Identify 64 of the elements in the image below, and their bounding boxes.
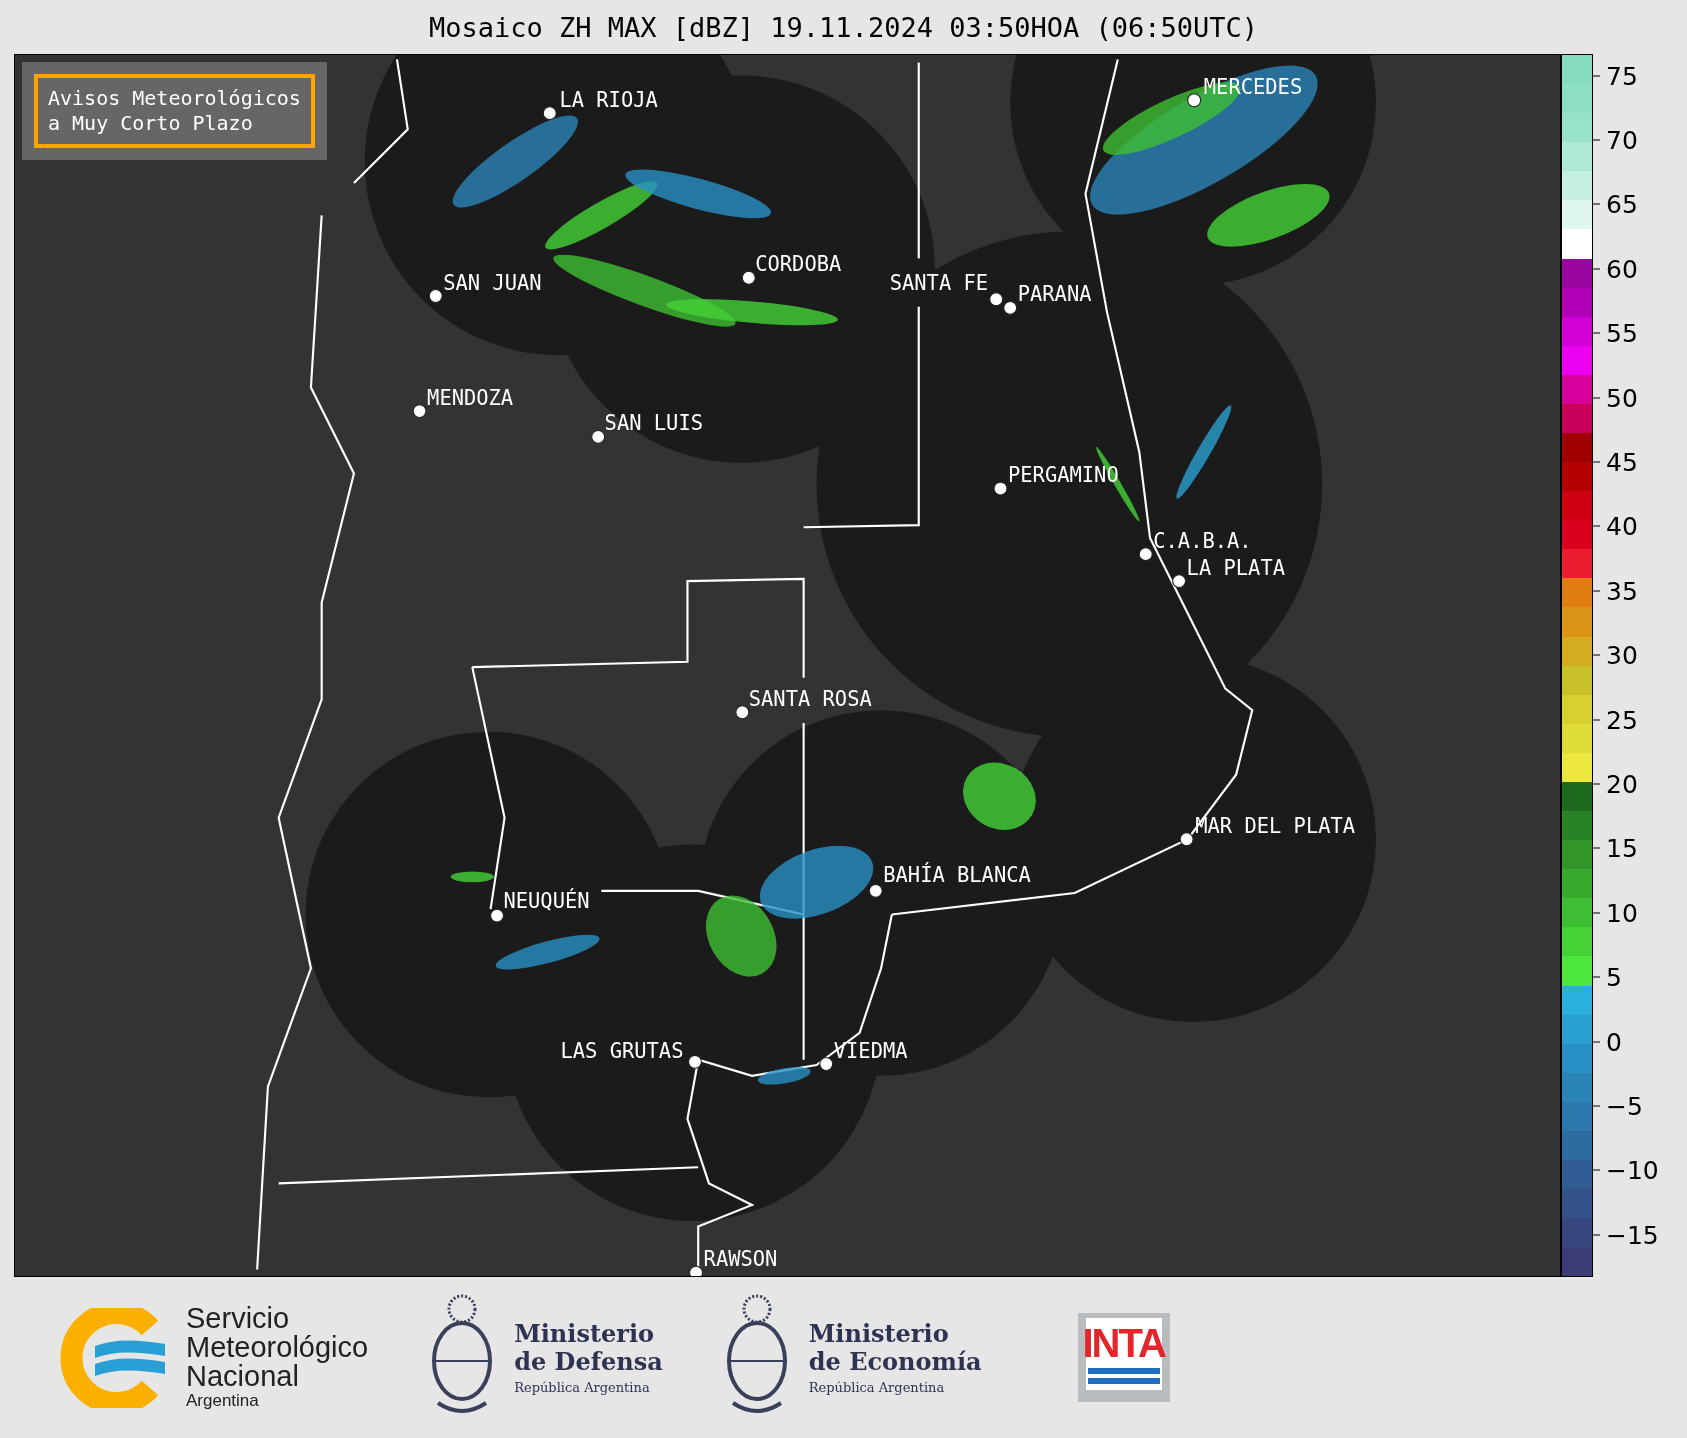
scale-tick-label: 25	[1606, 705, 1638, 734]
map-title: Mosaico ZH MAX [dBZ] 19.11.2024 03:50HOA (06:50UTC)	[428, 10, 1259, 45]
city-label: CORDOBA	[755, 252, 842, 277]
city-marker-icon	[819, 1057, 834, 1071]
city-label: RAWSON	[703, 1247, 778, 1272]
scale-tick-label: −10	[1606, 1155, 1659, 1185]
city-marker-icon	[542, 106, 557, 121]
city-label: SAN JUAN	[443, 270, 542, 295]
city-label: BAHÍA BLANCA	[883, 863, 1031, 888]
city-label: SAN LUIS	[604, 411, 703, 436]
city-marker-icon	[1179, 832, 1194, 847]
city-marker-icon	[1138, 547, 1153, 562]
scale-tick-label: 5	[1606, 962, 1622, 992]
scale-tick-label: 65	[1606, 189, 1638, 219]
city-marker-icon	[428, 289, 443, 303]
country-name: Argentina	[186, 1391, 260, 1411]
city-label: MERCEDES	[1203, 74, 1303, 99]
scale-tick-label: 50	[1606, 383, 1638, 412]
country-name: República Argentina	[808, 1380, 946, 1395]
city-marker-icon	[490, 908, 505, 923]
scale-tick-label: 60	[1606, 254, 1638, 284]
city-label: NEUQUÉN	[503, 889, 590, 914]
agency-name: Nacional	[186, 1362, 299, 1391]
scale-tick-label: 75	[1606, 61, 1638, 90]
scale-tick-label: 15	[1606, 833, 1638, 863]
country-name: República Argentina	[514, 1380, 651, 1395]
city-marker-icon	[1172, 574, 1187, 589]
scale-tick-label: 35	[1606, 576, 1638, 606]
scale-tick-label: 30	[1606, 640, 1638, 670]
city-label: PARANA	[1017, 282, 1092, 307]
agency-name: Servicio	[186, 1304, 291, 1333]
city-marker-icon	[741, 270, 756, 285]
city-marker-icon	[1003, 300, 1018, 315]
ministry-name: de Economía	[808, 1348, 982, 1376]
scale-tick-label: 40	[1606, 511, 1638, 541]
ministry-name: Ministerio	[808, 1320, 950, 1348]
inta-wordmark: INTA	[1082, 1322, 1165, 1364]
notice-text: Avisos Meteorológicos	[48, 86, 301, 111]
city-label: SANTA ROSA	[748, 686, 872, 711]
scale-tick-label: −15	[1606, 1220, 1659, 1250]
scale-tick-label: 70	[1606, 125, 1638, 155]
city-label: LAS GRUTAS	[560, 1038, 684, 1063]
city-label: C.A.B.A.	[1153, 528, 1252, 553]
scale-tick-label: 10	[1606, 898, 1638, 928]
notice-text: a Muy Corto Plazo	[48, 111, 254, 136]
scale-tick-label: 55	[1606, 318, 1638, 348]
city-label: MAR DEL PLATA	[1195, 813, 1356, 838]
ministry-name: Ministerio	[514, 1320, 656, 1348]
scale-tick-label: 20	[1606, 769, 1638, 799]
city-marker-icon	[412, 404, 427, 419]
city-marker-icon	[1187, 93, 1202, 108]
ministry-name: de Defensa	[514, 1348, 663, 1376]
city-label: LA PLATA	[1186, 555, 1285, 580]
scale-tick-label: 0	[1606, 1027, 1622, 1056]
city-label: LA RIOJA	[559, 87, 658, 112]
city-marker-icon	[591, 429, 606, 444]
scale-tick-label: 45	[1606, 447, 1638, 477]
city-label: MENDOZA	[427, 385, 514, 410]
city-marker-icon	[868, 883, 883, 898]
city-label: SANTA FE	[889, 270, 989, 295]
city-label: VIEDMA	[833, 1038, 908, 1063]
scale-tick-label: −5	[1606, 1091, 1643, 1121]
city-marker-icon	[735, 705, 750, 720]
city-marker-icon	[989, 292, 1004, 307]
